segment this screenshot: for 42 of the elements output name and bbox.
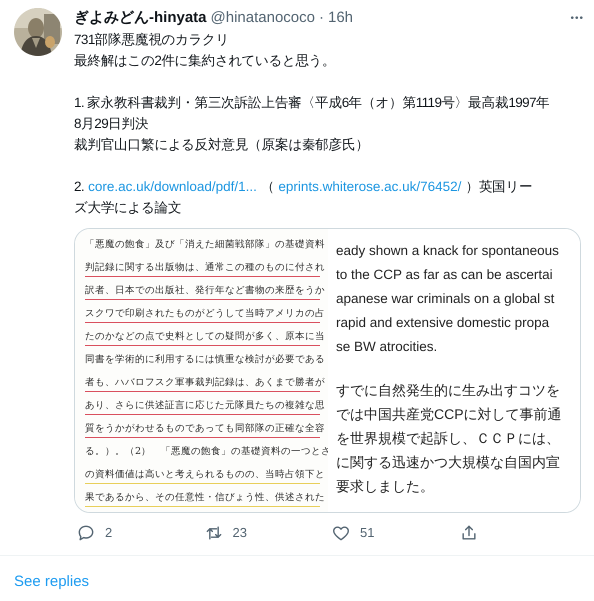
tweet-text: 2. xyxy=(74,178,84,196)
screenshot-line: rapid and extensive domestic propa xyxy=(336,314,550,332)
document-line: あり、さらに供述証言に応じた元隊員たちの複雑な思 xyxy=(85,399,325,413)
tweet-text: 最終解はこの2件に集約されていると思う。 xyxy=(74,52,336,70)
document-line: 同書を学術的に利用するには慎重な検討が必要である xyxy=(85,353,325,367)
document-line: たのかなどの点で史料としての疑問が多く、原本に当 xyxy=(85,330,325,344)
separator: · xyxy=(318,8,324,28)
more-icon[interactable]: ••• xyxy=(570,10,584,26)
tweet-text: 1. 家永教科書裁判・第三次訴訟上告審〈平成6年（オ）第1119号〉最高裁1997年 xyxy=(74,94,550,112)
like-button[interactable]: 51 xyxy=(331,523,374,543)
document-line: 訳者、日本での出版社、発行年など書物の来歴をうか xyxy=(85,284,325,298)
document-line: 者も、ハバロフスク軍事裁判記録は、あくまで勝者が xyxy=(85,376,325,390)
retweet-button[interactable]: 23 xyxy=(204,523,247,543)
reply-icon xyxy=(76,523,96,543)
tweet-text: ）英国リー xyxy=(465,178,532,196)
document-line: スクワで印刷されたものがどうして当時アメリカの占 xyxy=(85,307,325,321)
screenshot-line: se BW atrocities. xyxy=(336,338,438,356)
tweet-text: （ xyxy=(260,178,274,196)
screenshot-line: eady shown a knack for spontaneous xyxy=(336,242,559,260)
screenshot-line: では中国共産党CCPに対して事前通 xyxy=(336,405,562,424)
document-line: の資料価値は高いと考えられるものの、当時占領下と xyxy=(85,468,325,482)
tweet-text: 8月29日判決 xyxy=(74,115,148,133)
tweet-text: 裁判官山口繁による反対意見（原案は秦郁彦氏） xyxy=(74,136,369,154)
author-handle[interactable]: @hinatanococo xyxy=(210,6,315,30)
document-line: る。）。（2） 「悪魔の飽食」の基礎資料の一つとさ xyxy=(85,445,332,459)
document-line: 質をうかがわせるものであっても同部隊の正確な全容 xyxy=(85,422,325,436)
tweet-text: 731部隊悪魔視のカラクリ xyxy=(74,31,229,49)
screenshot-line: apanese war criminals on a global st xyxy=(336,290,554,308)
reply-button[interactable]: 2 xyxy=(76,523,112,543)
document-line: 判記録に関する出版物は、通常この種のものに付され xyxy=(85,261,325,275)
document-line: 「悪魔の飽食」及び「消えた細菌戦部隊」の基礎資料 xyxy=(85,238,325,252)
author-name[interactable]: ぎよみどん-hinyata xyxy=(74,6,207,30)
timestamp[interactable]: 16h xyxy=(328,6,354,30)
document-line: 果であるから、その任意性・信びょう性、供述された xyxy=(85,491,325,505)
screenshot-line: を世界規模で起訴し、ＣＣＰには、 xyxy=(336,429,560,448)
tweet-text: ズ大学による論文 xyxy=(74,199,182,217)
screenshot-line: 要求しました。 xyxy=(336,477,434,496)
link[interactable]: core.ac.uk/download/pdf/1... xyxy=(88,176,257,197)
screenshot-line: to the CCP as far as can be ascertai xyxy=(336,266,553,284)
screenshot-line: に関する迅速かつ大規模な自国内宣 xyxy=(336,453,560,472)
screenshot-line: すでに自然発生的に生み出すコツを xyxy=(336,381,560,400)
link[interactable]: eprints.whiterose.ac.uk/76452/ xyxy=(278,176,462,197)
